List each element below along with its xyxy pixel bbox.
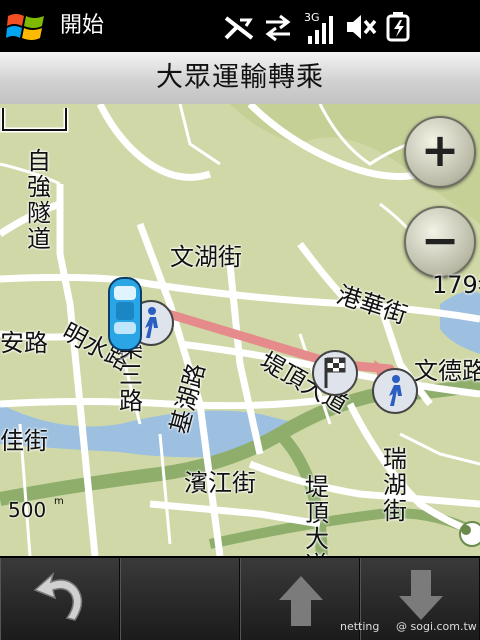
scale-bar <box>0 108 69 133</box>
back-button[interactable] <box>0 558 120 640</box>
3g-signal-icon: 3G <box>304 11 333 44</box>
arrow-up-icon <box>279 576 323 626</box>
zoom-in-button[interactable]: + <box>404 116 476 188</box>
volume-muted-icon <box>347 15 377 39</box>
road-label: 瑞湖街 <box>383 445 407 525</box>
road-label: 179巷 <box>432 271 480 299</box>
road-label: 堤頂大道 <box>305 473 329 556</box>
battery-charging-icon <box>386 12 410 42</box>
back-icon <box>33 572 83 621</box>
car-icon <box>108 277 142 351</box>
road-label: 佳街 <box>0 427 48 455</box>
road-label: 濱江街 <box>184 469 256 497</box>
signal-off-icon <box>224 16 254 40</box>
status-bar: 開始 3G <box>0 0 480 52</box>
arrow-down-icon <box>399 570 443 620</box>
windows-start-icon[interactable] <box>6 8 46 44</box>
road-label: 文湖街 <box>170 243 242 271</box>
road-label: 安路 <box>0 329 48 357</box>
scale-value: 500 <box>8 498 47 522</box>
zoom-out-button[interactable]: − <box>404 206 476 278</box>
road-label: 自強隧道 <box>27 147 51 253</box>
svg-text:3G: 3G <box>304 11 320 24</box>
toolbar-blank-button[interactable] <box>120 558 240 640</box>
title-bar: 大眾運輸轉乘 <box>0 52 480 105</box>
road-label: 文德路 <box>414 357 480 385</box>
watermark-site: @ sogi.com.tw <box>396 620 477 633</box>
data-transfer-icon <box>265 14 291 42</box>
scale-unit: m <box>54 496 64 507</box>
map-view[interactable]: + − 自強隧道 文湖街 港華街 文德路 179巷 明水路 安路 樂三路 基湖路… <box>0 104 480 556</box>
pond <box>440 290 480 354</box>
start-label[interactable]: 開始 <box>60 10 104 42</box>
park-icon <box>459 521 480 547</box>
page-title: 大眾運輸轉乘 <box>156 62 324 93</box>
transfer-flag-marker[interactable] <box>310 348 360 398</box>
walk-end-marker[interactable] <box>370 366 420 416</box>
watermark-text: netting <box>340 620 380 633</box>
